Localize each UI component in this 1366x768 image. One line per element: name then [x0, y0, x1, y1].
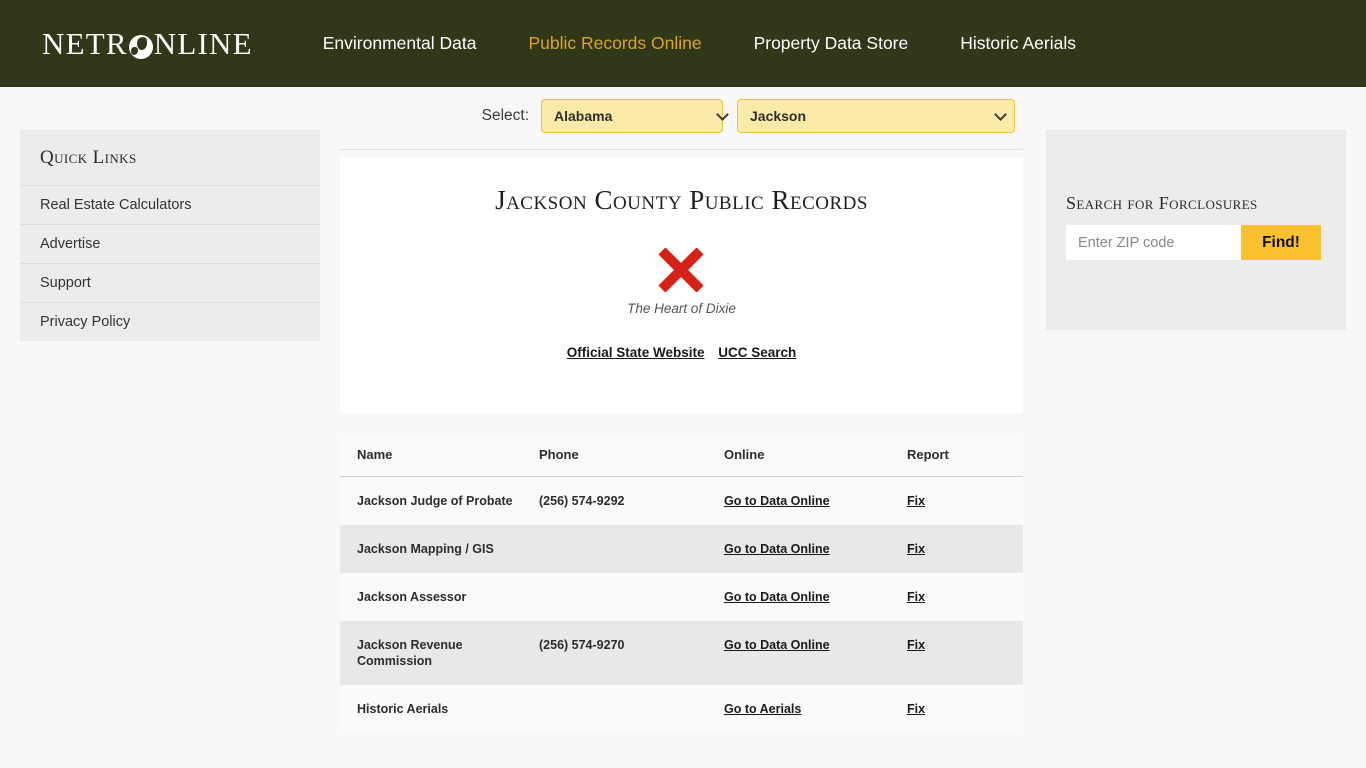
- fix-link[interactable]: Fix: [907, 494, 925, 508]
- cell-phone: (256) 574-9270: [522, 621, 707, 685]
- cell-phone: [522, 685, 707, 733]
- sidebar-item-advertise[interactable]: Advertise: [20, 224, 320, 263]
- page-title: Jackson County Public Records: [495, 185, 868, 215]
- state-links: Official State Website UCC Search: [340, 345, 1023, 360]
- quick-links-title: Quick Links: [40, 147, 137, 168]
- cell-online: Go to Data Online: [707, 621, 890, 685]
- cell-name: Historic Aerials: [340, 685, 522, 733]
- nav-historic-aerials[interactable]: Historic Aerials: [960, 33, 1076, 54]
- nav-environmental-data[interactable]: Environmental Data: [323, 33, 477, 54]
- go-to-aerials-link[interactable]: Go to Aerials: [724, 702, 801, 716]
- fix-link[interactable]: Fix: [907, 542, 925, 556]
- column-header-online: Online: [707, 435, 890, 477]
- sidebar-item-real-estate-calculators[interactable]: Real Estate Calculators: [20, 185, 320, 224]
- select-label: Select:: [481, 107, 529, 124]
- cell-online: Go to Data Online: [707, 573, 890, 621]
- fix-link[interactable]: Fix: [907, 590, 925, 604]
- nav-public-records-online[interactable]: Public Records Online: [528, 33, 701, 54]
- cell-report: Fix: [890, 573, 1023, 621]
- globe-icon: [128, 34, 153, 59]
- cell-online: Go to Aerials: [707, 685, 890, 733]
- main-navigation: Environmental Data Public Records Online…: [323, 33, 1076, 54]
- foreclosure-search-panel: Search for Forclosures Find!: [1046, 130, 1346, 330]
- go-to-data-online-link[interactable]: Go to Data Online: [724, 542, 830, 556]
- cell-name: Jackson Judge of Probate: [340, 476, 522, 525]
- table-row: Jackson Assessor Go to Data Online Fix: [340, 573, 1023, 621]
- nav-property-data-store[interactable]: Property Data Store: [754, 33, 909, 54]
- cell-phone: [522, 573, 707, 621]
- foreclosure-search-form: Find!: [1066, 225, 1346, 260]
- table-header: Name Phone Online Report: [340, 435, 1023, 477]
- location-selector-bar: Select: Alabama Jackson: [340, 99, 1023, 150]
- state-select-wrapper[interactable]: Alabama: [541, 99, 737, 133]
- county-select-wrapper[interactable]: Jackson: [737, 99, 1015, 133]
- cell-report: Fix: [890, 525, 1023, 573]
- logo-text-left: NETR: [42, 25, 128, 61]
- column-header-name: Name: [340, 435, 522, 477]
- state-seal-broken-image: The Heart of Dixie: [627, 244, 736, 316]
- table-header-row: Name Phone Online Report: [340, 435, 1023, 477]
- state-select[interactable]: Alabama: [541, 99, 723, 133]
- cell-report: Fix: [890, 476, 1023, 525]
- table-row: Jackson Judge of Probate (256) 574-9292 …: [340, 476, 1023, 525]
- cell-name: Jackson Assessor: [340, 573, 522, 621]
- county-select[interactable]: Jackson: [737, 99, 1015, 133]
- go-to-data-online-link[interactable]: Go to Data Online: [724, 638, 830, 652]
- cell-report: Fix: [890, 621, 1023, 685]
- public-records-table: Name Phone Online Report Jackson Judge o…: [340, 435, 1023, 733]
- table-row: Jackson Mapping / GIS Go to Data Online …: [340, 525, 1023, 573]
- county-record-card: Jackson County Public Records The Heart …: [340, 158, 1023, 413]
- official-state-website-link[interactable]: Official State Website: [567, 345, 705, 360]
- cell-online: Go to Data Online: [707, 525, 890, 573]
- logo-text-right: NLINE: [153, 25, 253, 61]
- cell-phone: (256) 574-9292: [522, 476, 707, 525]
- table-row: Historic Aerials Go to Aerials Fix: [340, 685, 1023, 733]
- go-to-data-online-link[interactable]: Go to Data Online: [724, 590, 830, 604]
- cell-report: Fix: [890, 685, 1023, 733]
- zip-code-input[interactable]: [1066, 225, 1241, 260]
- sidebar-item-support[interactable]: Support: [20, 263, 320, 302]
- cell-name: Jackson Revenue Commission: [340, 621, 522, 685]
- cell-phone: [522, 525, 707, 573]
- cell-online: Go to Data Online: [707, 476, 890, 525]
- netronline-logo[interactable]: NETR NLINE: [42, 26, 253, 62]
- cell-name: Jackson Mapping / GIS: [340, 525, 522, 573]
- find-button[interactable]: Find!: [1241, 225, 1321, 260]
- ucc-search-link[interactable]: UCC Search: [718, 345, 796, 360]
- quick-links-panel: Quick Links Real Estate Calculators Adve…: [20, 130, 320, 341]
- sidebar-item-privacy-policy[interactable]: Privacy Policy: [20, 302, 320, 341]
- foreclosure-search-title: Search for Forclosures: [1066, 193, 1258, 213]
- table-body: Jackson Judge of Probate (256) 574-9292 …: [340, 476, 1023, 733]
- state-seal-alt-text: The Heart of Dixie: [627, 301, 736, 316]
- fix-link[interactable]: Fix: [907, 702, 925, 716]
- table-row: Jackson Revenue Commission (256) 574-927…: [340, 621, 1023, 685]
- site-header: NETR NLINE Environmental Data Public Rec…: [0, 0, 1366, 87]
- broken-image-x-icon: [655, 244, 707, 296]
- go-to-data-online-link[interactable]: Go to Data Online: [724, 494, 830, 508]
- center-column: Select: Alabama Jackson Jackson County P…: [340, 99, 1023, 413]
- column-header-phone: Phone: [522, 435, 707, 477]
- fix-link[interactable]: Fix: [907, 638, 925, 652]
- column-header-report: Report: [890, 435, 1023, 477]
